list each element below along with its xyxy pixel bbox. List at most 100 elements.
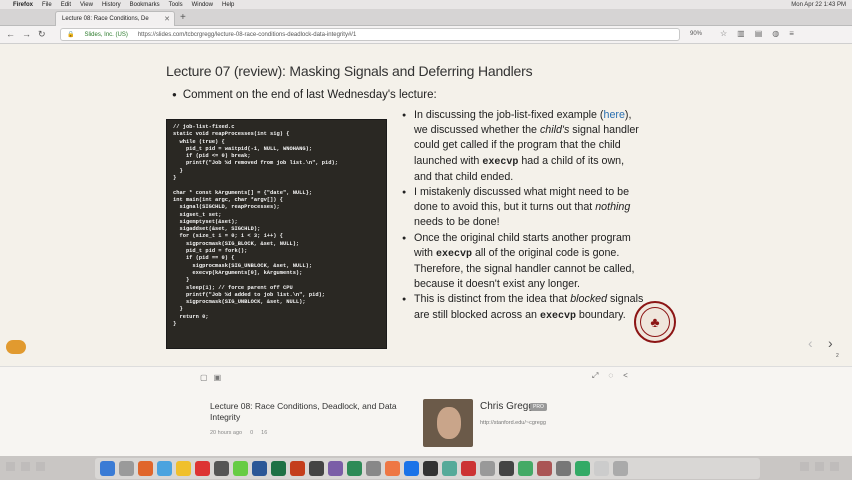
author-link[interactable]: http://stanford.edu/~cgregg: [480, 420, 546, 426]
calendar-icon[interactable]: [195, 461, 210, 476]
menu-tools[interactable]: Tools: [169, 2, 183, 8]
layout-icon[interactable]: ▣: [214, 373, 222, 382]
launchpad-icon[interactable]: [119, 461, 134, 476]
terminal-icon[interactable]: [214, 461, 229, 476]
slide-area: Lecture 07 (review): Masking Signals and…: [0, 45, 852, 365]
tab-title: Lecture 08: Race Conditions, De: [62, 16, 149, 22]
mac-menubar: Firefox File Edit View History Bookmarks…: [0, 0, 852, 9]
inline-code: execvp: [482, 156, 519, 168]
bullet-3: Once the original child starts another p…: [402, 231, 644, 293]
app-icon[interactable]: [499, 461, 514, 476]
trash-icon[interactable]: [613, 461, 628, 476]
app-icon[interactable]: [328, 461, 343, 476]
app-icon[interactable]: [556, 461, 571, 476]
app-icon[interactable]: [537, 461, 552, 476]
menu-bookmarks[interactable]: Bookmarks: [130, 2, 160, 8]
bullet-emphasis: blocked: [570, 293, 608, 306]
lock-icon: 🔒: [67, 32, 75, 38]
inline-code: execvp: [539, 310, 576, 322]
menu-firefox[interactable]: Firefox: [13, 2, 33, 8]
chat-button[interactable]: [6, 340, 26, 354]
nav-bar: ← → ↻ 🔒 Slides, Inc. (US) https://slides…: [0, 26, 852, 44]
bullet-emphasis: child's: [539, 124, 570, 137]
window-icon[interactable]: [815, 462, 824, 471]
clock: Mon Apr 22 1:43 PM: [791, 1, 846, 8]
app-icon[interactable]: [423, 461, 438, 476]
grid-icon[interactable]: ▢: [200, 373, 208, 382]
deck-title[interactable]: Lecture 08: Race Conditions, Deadlock, a…: [210, 401, 400, 423]
finder-icon[interactable]: [100, 461, 115, 476]
url-bar[interactable]: 🔒 Slides, Inc. (US) https://slides.com/t…: [60, 28, 680, 41]
site-identity: Slides, Inc. (US): [84, 31, 128, 38]
bullet-1: In discussing the job-list-fixed example…: [402, 108, 644, 185]
app-icon[interactable]: [442, 461, 457, 476]
avatar[interactable]: [423, 399, 473, 447]
here-link[interactable]: here: [604, 109, 625, 121]
menu-history[interactable]: History: [102, 2, 121, 8]
time-ago: 20 hours ago: [210, 430, 243, 436]
window-icon[interactable]: [800, 462, 809, 471]
app-icon[interactable]: [385, 461, 400, 476]
bullet-4: This is distinct from the idea that bloc…: [402, 292, 644, 323]
tab-lecture[interactable]: Lecture 08: Race Conditions, De ✕: [55, 11, 175, 26]
next-slide-icon[interactable]: ›: [828, 335, 833, 351]
app-icon[interactable]: [309, 461, 324, 476]
tree-icon: ♣: [640, 307, 670, 337]
messages-icon[interactable]: [233, 461, 248, 476]
chrome-icon[interactable]: [404, 461, 419, 476]
window-icon[interactable]: [21, 462, 30, 471]
menu-help[interactable]: Help: [222, 2, 234, 8]
view-toggle: ▢ ▣: [200, 373, 221, 382]
safari-icon[interactable]: [157, 461, 172, 476]
share-icon[interactable]: <: [623, 371, 628, 381]
url-text: https://slides.com/tcbcrgregg/lecture-08…: [137, 31, 357, 38]
bullet-2: I mistakenly discussed what might need t…: [402, 185, 644, 231]
comment-icon[interactable]: ◌: [608, 371, 613, 381]
menu-window[interactable]: Window: [192, 2, 213, 8]
library-icon[interactable]: ▥: [737, 29, 745, 38]
menu-icon[interactable]: ≡: [789, 29, 794, 38]
app-icon[interactable]: [366, 461, 381, 476]
page-number: 2: [836, 353, 839, 359]
powerpoint-icon[interactable]: [290, 461, 305, 476]
app-icon[interactable]: [518, 461, 533, 476]
prev-slide-icon[interactable]: ‹: [808, 335, 813, 351]
bullet-text: This is distinct from the idea that: [414, 293, 571, 306]
menu-view[interactable]: View: [80, 2, 93, 8]
window-icon[interactable]: [36, 462, 45, 471]
deck-meta: 20 hours ago 0 16: [210, 430, 267, 436]
bullet-text: In discussing the job-list-fixed example…: [414, 109, 604, 121]
sidebar-icon[interactable]: ▤: [755, 29, 763, 38]
close-icon[interactable]: ✕: [164, 15, 170, 23]
fullscreen-icon[interactable]: ⤢: [592, 371, 598, 381]
author-name[interactable]: Chris Gregg: [480, 401, 534, 412]
forward-icon[interactable]: →: [22, 29, 31, 39]
app-icon[interactable]: [575, 461, 590, 476]
code-text: // job-list-fixed.c static void reapProc…: [173, 124, 338, 328]
back-icon[interactable]: ←: [6, 29, 15, 39]
zoom-level[interactable]: 90%: [690, 31, 702, 37]
dock-left-items: [6, 462, 45, 471]
notes-icon[interactable]: [176, 461, 191, 476]
window-icon[interactable]: [6, 462, 15, 471]
mac-dock: [0, 456, 852, 480]
university-seal: ♣: [634, 301, 676, 343]
new-tab-icon[interactable]: +: [180, 12, 186, 23]
comments-count: 16: [261, 430, 268, 436]
app-icon[interactable]: [347, 461, 362, 476]
firefox-icon[interactable]: [138, 461, 153, 476]
face: [437, 407, 461, 439]
menu-edit[interactable]: Edit: [61, 2, 71, 8]
word-icon[interactable]: [252, 461, 267, 476]
bookmark-star-icon[interactable]: ☆: [720, 29, 727, 38]
slide-title: Lecture 07 (review): Masking Signals and…: [166, 63, 533, 79]
excel-icon[interactable]: [271, 461, 286, 476]
downloads-icon[interactable]: [594, 461, 609, 476]
app-icon[interactable]: [461, 461, 476, 476]
window-icon[interactable]: [830, 462, 839, 471]
bullet-text: boundary.: [575, 308, 626, 321]
extension-icon[interactable]: ◍: [772, 29, 779, 38]
app-icon[interactable]: [480, 461, 495, 476]
reload-icon[interactable]: ↻: [38, 29, 46, 40]
menu-file[interactable]: File: [42, 2, 52, 8]
